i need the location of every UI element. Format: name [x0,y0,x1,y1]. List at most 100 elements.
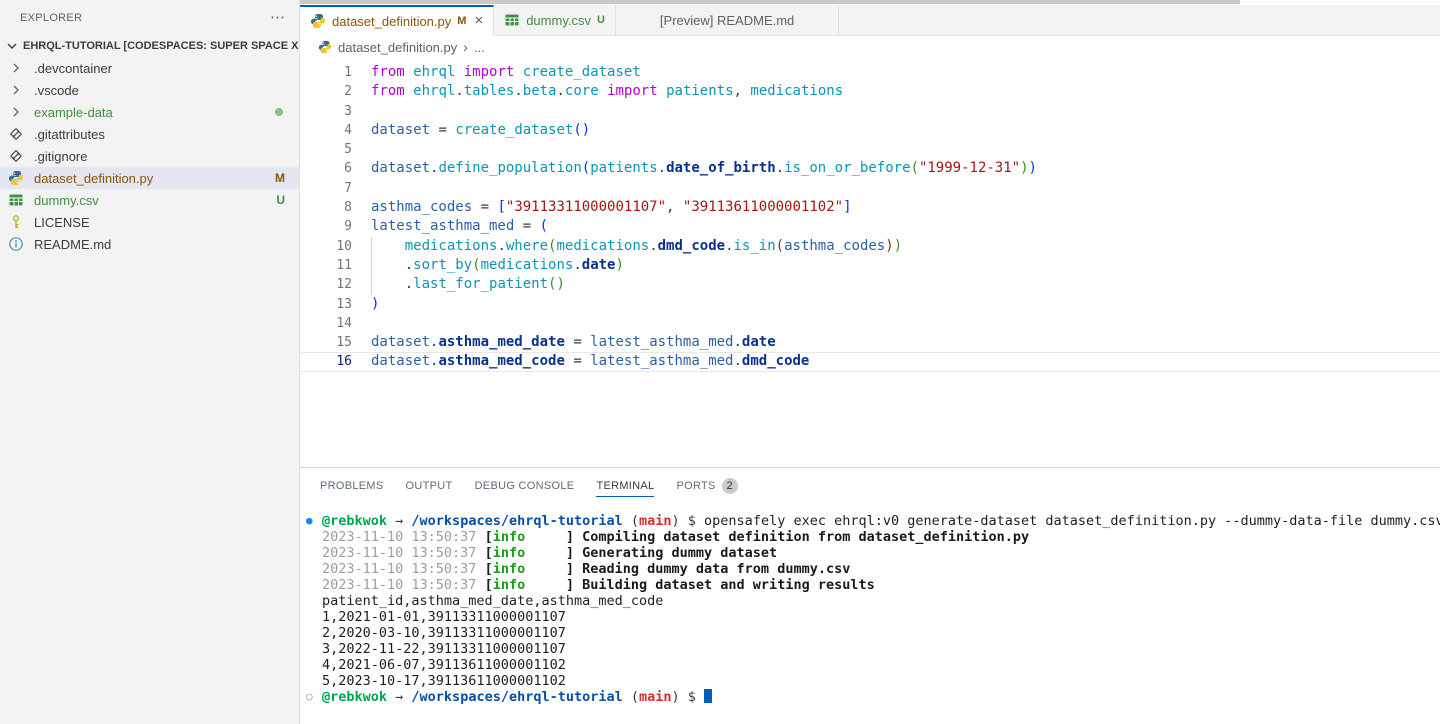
code-text: ) [352,295,1440,314]
file-dataset-definition.py[interactable]: dataset_definition.pyM [0,167,299,189]
terminal-token: 2023-11-10 13:50:37 [322,529,485,545]
code-token: "39113611000001102" [683,199,843,215]
panel-tab-label: PORTS [676,480,715,492]
code-text: dataset.define_population(patients.date_… [352,159,1440,178]
terminal-token: ) $ [672,513,705,529]
explorer-header: EXPLORER ⋯ [0,0,299,35]
code-token: ) [885,238,893,254]
terminal-token: info [493,577,526,593]
line-number: 9 [300,217,352,236]
code-token [371,238,405,254]
code-token: . [733,334,741,350]
code-text: from ehrql import create_dataset [352,63,1440,82]
git-icon [8,126,24,142]
code-token: dataset [371,353,430,369]
code-text: dataset.asthma_med_code = latest_asthma_… [352,352,1440,371]
terminal-token: ( [623,689,639,705]
code-token: where [506,238,548,254]
csv-icon [8,192,24,208]
code-token: . [649,238,657,254]
code-token: import [464,64,515,80]
code-token: asthma_med_code [438,353,564,369]
chevron-right-icon [8,104,24,120]
code-text: .last_for_patient() [352,275,1440,294]
code-token: date_of_birth [666,160,776,176]
line-number: 13 [300,295,352,314]
file-label: .gitignore [34,149,289,164]
code-line-11: 11 .sort_by(medications.date) [300,256,1440,275]
line-number: 15 [300,333,352,352]
tab-dummy.csv[interactable]: dummy.csvU [494,5,616,35]
code-editor[interactable]: 1from ehrql import create_dataset2from e… [300,58,1440,467]
terminal-token: info [493,529,526,545]
tab-scrollbar-thumb[interactable] [300,0,1240,4]
file-.vscode[interactable]: .vscode [0,79,299,101]
panel-tab-terminal[interactable]: TERMINAL [596,468,654,503]
terminal[interactable]: ●@rebkwok → /workspaces/ehrql-tutorial (… [300,503,1440,724]
code-line-16: 16dataset.asthma_med_code = latest_asthm… [300,352,1440,371]
terminal-token: 5,2023-10-17,39113611000001102 [322,673,566,689]
tab-dataset-definition.py[interactable]: dataset_definition.pyM× [300,5,494,36]
panel-tab-debug-console[interactable]: DEBUG CONSOLE [475,468,575,503]
line-number: 5 [300,140,352,159]
file-.devcontainer[interactable]: .devcontainer [0,57,299,79]
file-tree: .devcontainer.vscodeexample-data.gitattr… [0,57,299,255]
file-example-data[interactable]: example-data [0,101,299,123]
license-icon [8,214,24,230]
panel-tab-ports[interactable]: PORTS2 [676,468,737,503]
code-token [405,64,413,80]
file-readme.md[interactable]: README.md [0,233,299,255]
code-token: . [725,238,733,254]
code-token: asthma_codes [371,199,472,215]
code-token: [ [497,199,505,215]
code-text: from ehrql.tables.beta.core import patie… [352,82,1440,101]
file-.gitattributes[interactable]: .gitattributes [0,123,299,145]
panel-tab-output[interactable]: OUTPUT [406,468,453,503]
terminal-token: /workspaces/ehrql-tutorial [411,513,622,529]
file-label: dummy.csv [34,193,266,208]
code-token: = [565,334,590,350]
code-token: asthma_med_date [438,334,564,350]
terminal-token: [ [485,545,493,561]
code-token: ( [582,160,590,176]
code-token: date [742,334,776,350]
workspace-root-header[interactable]: EHRQL-TUTORIAL [CODESPACES: SUPER SPACE … [0,35,299,57]
code-token: medications [405,238,498,254]
code-token: sort_by [413,257,472,273]
file-label: dataset_definition.py [34,171,265,186]
code-token: . [405,276,413,292]
git-icon [8,148,24,164]
code-token: . [455,83,463,99]
file-dummy.csv[interactable]: dummy.csvU [0,189,299,211]
code-text: asthma_codes = ["39113311000001107", "39… [352,198,1440,217]
code-token: create_dataset [523,64,641,80]
breadcrumb-symbol[interactable]: ... [474,40,485,55]
code-token [371,276,405,292]
file-.gitignore[interactable]: .gitignore [0,145,299,167]
code-token: , [734,83,742,99]
terminal-token: @rebkwok [322,513,387,529]
more-actions-icon[interactable]: ⋯ [270,13,285,23]
code-token: dataset [371,160,430,176]
close-icon[interactable]: × [474,15,483,27]
chevron-right-icon [8,60,24,76]
terminal-line-6: patient_id,asthma_med_date,asthma_med_co… [322,593,1440,609]
breadcrumb-file[interactable]: dataset_definition.py [338,40,457,55]
code-token: dataset [371,122,430,138]
code-token: medications [750,83,843,99]
code-token: ehrql [413,83,455,99]
panel-tab-problems[interactable]: PROBLEMS [320,468,384,503]
line-number: 7 [300,179,352,198]
tab--preview--readme.md[interactable]: [Preview] README.md [616,5,839,35]
code-text: medications.where(medications.dmd_code.i… [352,237,1440,256]
file-license[interactable]: LICENSE [0,211,299,233]
code-token: ) [371,296,379,312]
code-line-13: 13) [300,295,1440,314]
terminal-token: @rebkwok [322,689,387,705]
terminal-token: 2023-11-10 13:50:37 [322,545,485,561]
code-token: asthma_codes [784,238,885,254]
code-token: . [658,160,666,176]
code-text: dataset = create_dataset() [352,121,1440,140]
code-text [352,140,1440,159]
code-line-8: 8asthma_codes = ["39113311000001107", "3… [300,198,1440,217]
